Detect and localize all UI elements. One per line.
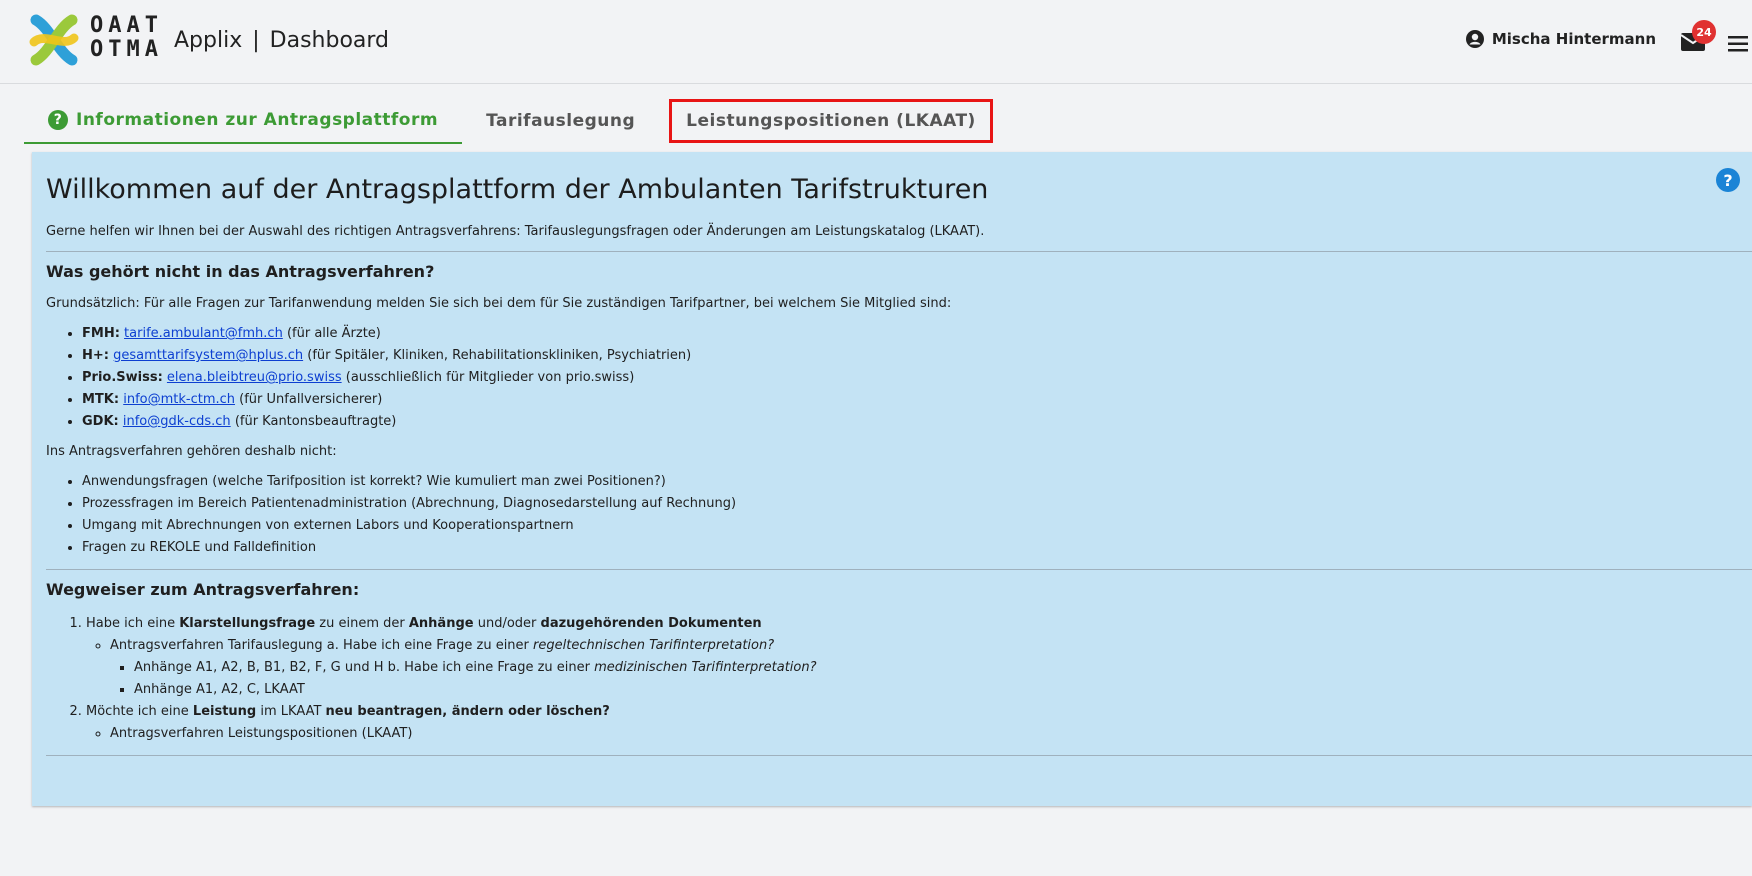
contact-org: FMH: bbox=[82, 326, 120, 341]
app-name: Applix bbox=[174, 28, 243, 53]
list-item: Habe ich eine Klarstellungsfrage zu eine… bbox=[86, 613, 1738, 701]
list-item: Antragsverfahren Tarifauslegung a. Habe … bbox=[110, 635, 1738, 701]
tab-label: Tarifauslegung bbox=[486, 111, 636, 131]
not-included-intro: Ins Antragsverfahren gehören deshalb nic… bbox=[46, 444, 337, 459]
guide-text: Habe ich eine bbox=[86, 616, 180, 631]
list-item: Umgang mit Abrechnungen von externen Lab… bbox=[82, 515, 1738, 537]
list-item: FMH: tarife.ambulant@fmh.ch (für alle Är… bbox=[82, 323, 1738, 345]
list-item: GDK: info@gdk-cds.ch (für Kantonsbeauftr… bbox=[82, 411, 1738, 433]
email-link[interactable]: gesamttarifsystem@hplus.ch bbox=[113, 348, 303, 363]
contact-note: (für Spitäler, Kliniken, Rehabilitations… bbox=[307, 348, 692, 363]
list-item: Fragen zu REKOLE und Falldefinition bbox=[82, 537, 1738, 559]
panel-title: Willkommen auf der Antragsplattform der … bbox=[46, 174, 989, 205]
guide-bold: neu beantragen, ändern oder löschen? bbox=[325, 704, 610, 719]
guide-text: Anhänge A1, A2, C, LKAAT bbox=[134, 682, 305, 697]
guide-sublist: Antragsverfahren Leistungspositionen (LK… bbox=[86, 723, 1738, 745]
guide-text: im LKAAT bbox=[256, 704, 326, 719]
guide-bold: Anhänge bbox=[408, 616, 474, 631]
logo-text: OAAT OTMA bbox=[90, 14, 163, 62]
email-link[interactable]: tarife.ambulant@fmh.ch bbox=[124, 326, 283, 341]
logo-line-1: OAAT bbox=[90, 13, 163, 38]
section-heading-guide: Wegweiser zum Antragsverfahren: bbox=[46, 580, 360, 599]
help-icon[interactable]: ? bbox=[1716, 168, 1740, 192]
guide-bold: Leistung bbox=[192, 704, 257, 719]
guide-text: zu einem der bbox=[315, 616, 409, 631]
page-title: Dashboard bbox=[269, 28, 390, 53]
guide-italic: regeltechnischen Tarifinterpretation? bbox=[533, 638, 775, 653]
user-icon bbox=[1465, 30, 1484, 48]
info-panel: ? Willkommen auf der Antragsplattform de… bbox=[32, 152, 1752, 806]
logo-icon[interactable] bbox=[26, 12, 82, 68]
guide-text: und/oder bbox=[473, 616, 541, 631]
top-bar: OAAT OTMA Applix | Dashboard Mischa Hinter… bbox=[0, 0, 1752, 84]
section-text: Grundsätzlich: Für alle Fragen zur Tarif… bbox=[46, 296, 952, 311]
email-link[interactable]: info@mtk-ctm.ch bbox=[123, 392, 235, 407]
list-item: Anhänge A1, A2, C, LKAAT bbox=[134, 679, 1738, 701]
guide-text: Möchte ich eine bbox=[86, 704, 193, 719]
list-item: Möchte ich eine Leistung im LKAAT neu be… bbox=[86, 701, 1738, 745]
tab-bar: ? Informationen zur Antragsplattform Tar… bbox=[24, 98, 993, 144]
app-title: Applix | Dashboard bbox=[174, 28, 389, 53]
contact-note: (für alle Ärzte) bbox=[286, 326, 381, 341]
logo-line-2: OTMA bbox=[90, 37, 163, 62]
tab-leistungspositionen[interactable]: Leistungspositionen (LKAAT) bbox=[669, 99, 993, 143]
title-separator: | bbox=[252, 28, 260, 53]
guide-sublist: Antragsverfahren Tarifauslegung a. Habe … bbox=[86, 635, 1738, 701]
list-item: Anwendungsfragen (welche Tarifposition i… bbox=[82, 471, 1738, 493]
list-item: Anhänge A1, A2, B, B1, B2, F, G und H b.… bbox=[134, 657, 1738, 679]
list-item: Prozessfragen im Bereich Patientenadmini… bbox=[82, 493, 1738, 515]
divider bbox=[46, 251, 1752, 252]
divider bbox=[46, 569, 1752, 570]
divider bbox=[46, 755, 1752, 756]
question-icon: ? bbox=[48, 110, 68, 130]
contact-org: Prio.Swiss: bbox=[82, 370, 163, 385]
guide-italic: medizinischen Tarifinterpretation? bbox=[594, 660, 817, 675]
contact-org: MTK: bbox=[82, 392, 120, 407]
tab-tarifauslegung[interactable]: Tarifauslegung bbox=[462, 98, 659, 144]
list-item: Antragsverfahren Leistungspositionen (LK… bbox=[110, 723, 1738, 745]
guide-bold: dazugehörenden Dokumenten bbox=[540, 616, 762, 631]
user-menu[interactable]: Mischa Hintermann bbox=[1465, 30, 1656, 48]
mail-count-badge: 24 bbox=[1692, 20, 1716, 44]
email-link[interactable]: elena.bleibtreu@prio.swiss bbox=[167, 370, 342, 385]
contact-note: (für Kantonsbeauftragte) bbox=[234, 414, 397, 429]
not-included-list: Anwendungsfragen (welche Tarifposition i… bbox=[46, 471, 1738, 559]
guide-subsublist: Anhänge A1, A2, B, B1, B2, F, G und H b.… bbox=[110, 657, 1738, 701]
contact-org: GDK: bbox=[82, 414, 119, 429]
list-item: H+: gesamttarifsystem@hplus.ch (für Spit… bbox=[82, 345, 1738, 367]
contact-org: H+: bbox=[82, 348, 109, 363]
guide-text: Anhänge A1, A2, B, B1, B2, F, G und H b.… bbox=[134, 660, 595, 675]
user-name: Mischa Hintermann bbox=[1491, 30, 1656, 48]
guide-text: Antragsverfahren Tarifauslegung a. Habe … bbox=[110, 638, 534, 653]
tab-label: Leistungspositionen (LKAAT) bbox=[686, 111, 976, 131]
contact-note: (ausschließlich für Mitglieder von prio.… bbox=[345, 370, 635, 385]
list-item: MTK: info@mtk-ctm.ch (für Unfallversiche… bbox=[82, 389, 1738, 411]
tab-informationen[interactable]: ? Informationen zur Antragsplattform bbox=[24, 98, 463, 144]
contact-list: FMH: tarife.ambulant@fmh.ch (für alle Är… bbox=[46, 323, 1738, 433]
tab-label: Informationen zur Antragsplattform bbox=[76, 110, 439, 130]
guide-list: Habe ich eine Klarstellungsfrage zu eine… bbox=[46, 613, 1738, 745]
contact-note: (für Unfallversicherer) bbox=[239, 392, 383, 407]
section-heading-not-included: Was gehört nicht in das Antragsverfahren… bbox=[46, 262, 435, 281]
guide-bold: Klarstellungsfrage bbox=[179, 616, 316, 631]
hamburger-icon[interactable] bbox=[1728, 36, 1748, 52]
email-link[interactable]: info@gdk-cds.ch bbox=[123, 414, 231, 429]
intro-text: Gerne helfen wir Ihnen bei der Auswahl d… bbox=[46, 224, 985, 239]
list-item: Prio.Swiss: elena.bleibtreu@prio.swiss (… bbox=[82, 367, 1738, 389]
